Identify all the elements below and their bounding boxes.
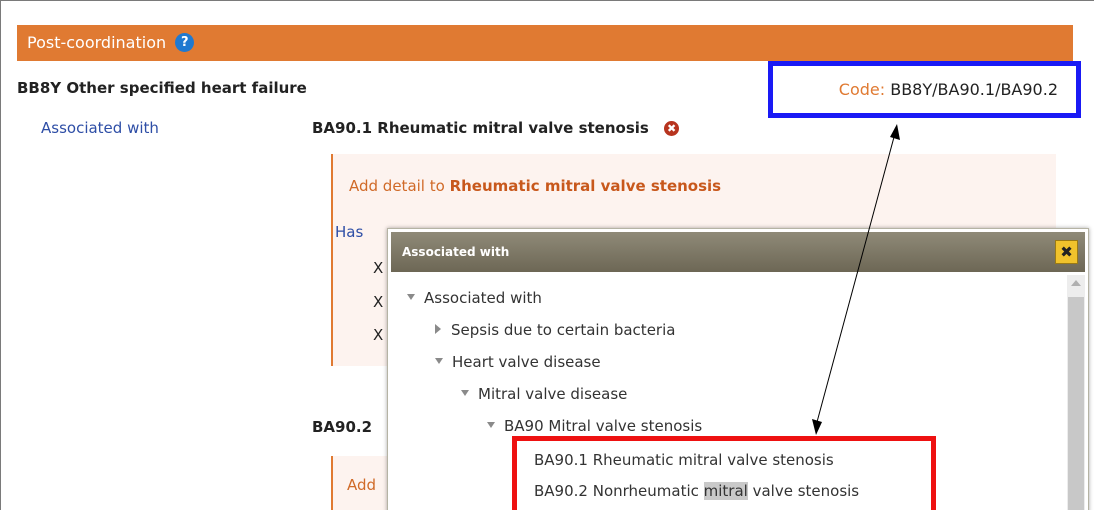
double-arrow-annotation [812,124,900,435]
arrow-head-down-icon [812,419,822,435]
page: Post-coordination ? BB8Y Other specified… [0,0,1094,510]
arrow-head-up-icon [890,124,900,140]
arrow-line [816,125,898,423]
